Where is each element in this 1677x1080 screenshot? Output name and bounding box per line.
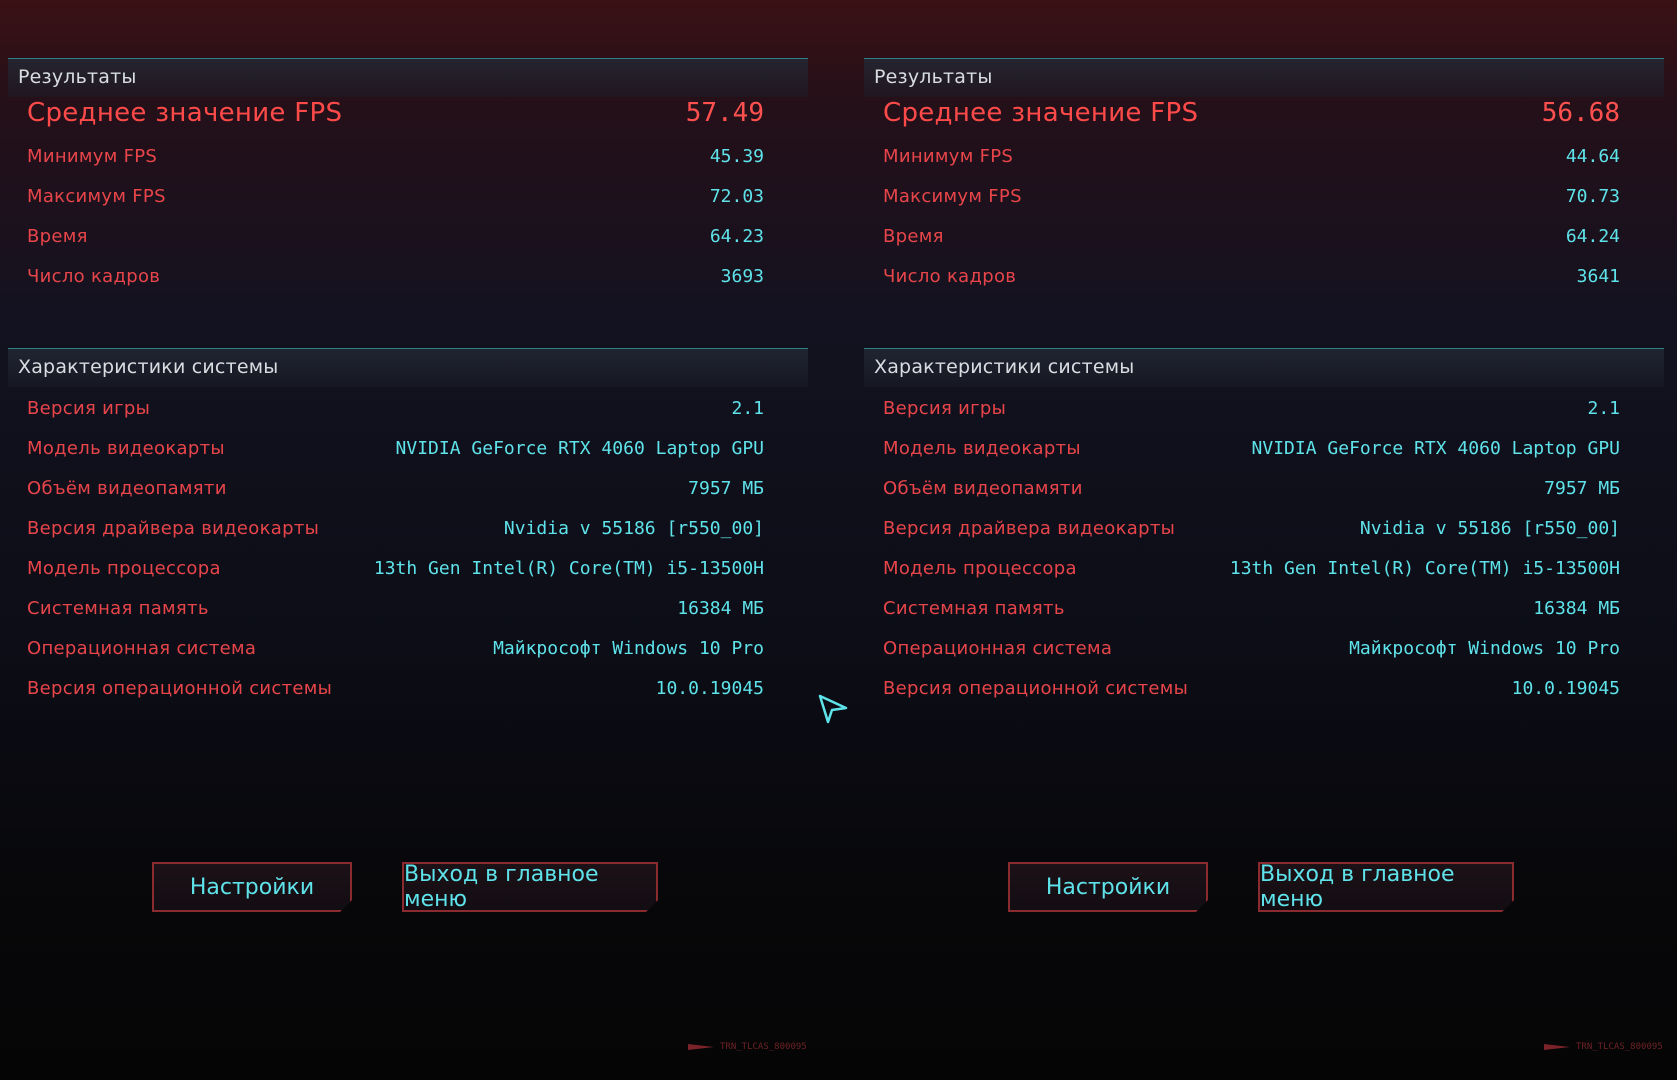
system-label: Объём видеопамяти xyxy=(883,478,1083,499)
system-value: 13th Gen Intel(R) Core(TM) i5-13500H xyxy=(1229,558,1620,579)
build-tag: TRN_TLCAS_800095 xyxy=(688,1042,807,1052)
result-value: 3641 xyxy=(1576,266,1620,287)
system-row: Модель видеокарты NVIDIA GeForce RTX 406… xyxy=(27,434,764,464)
system-row: Системная память 16384 МБ xyxy=(883,594,1620,624)
system-label: Модель видеокарты xyxy=(883,438,1081,459)
exit-to-main-menu-button[interactable]: Выход в главное меню xyxy=(402,862,658,912)
avg-fps-value: 56.68 xyxy=(1541,98,1620,128)
system-value: Майкрософт Windows 10 Pro xyxy=(1349,638,1620,659)
system-value: 7957 МБ xyxy=(688,478,764,499)
result-value: 3693 xyxy=(720,266,764,287)
system-value: Nvidia v 55186 [r550_00] xyxy=(1359,518,1620,539)
arrow-icon xyxy=(688,1044,714,1050)
avg-fps-row: Среднее значение FPS 56.68 xyxy=(883,98,1620,130)
system-row: Объём видеопамяти 7957 МБ xyxy=(883,474,1620,504)
result-value: 64.24 xyxy=(1565,226,1620,247)
system-value: Майкрософт Windows 10 Pro xyxy=(493,638,764,659)
result-value: 44.64 xyxy=(1565,146,1620,167)
result-label: Число кадров xyxy=(27,266,161,287)
result-row: Время 64.24 xyxy=(883,222,1620,252)
system-row: Системная память 16384 МБ xyxy=(27,594,764,624)
system-value: 13th Gen Intel(R) Core(TM) i5-13500H xyxy=(373,558,764,579)
system-label: Операционная система xyxy=(27,638,257,659)
system-value: NVIDIA GeForce RTX 4060 Laptop GPU xyxy=(395,438,764,459)
system-label: Версия драйвера видеокарты xyxy=(883,518,1176,539)
system-value: NVIDIA GeForce RTX 4060 Laptop GPU xyxy=(1251,438,1620,459)
result-label: Число кадров xyxy=(883,266,1017,287)
result-label: Минимум FPS xyxy=(27,146,158,167)
system-title: Характеристики системы xyxy=(18,356,279,378)
system-label: Объём видеопамяти xyxy=(27,478,227,499)
result-label: Время xyxy=(27,226,88,247)
avg-fps-row: Среднее значение FPS 57.49 xyxy=(27,98,764,130)
system-row: Версия драйвера видеокарты Nvidia v 5518… xyxy=(883,514,1620,544)
build-tag-text: TRN_TLCAS_800095 xyxy=(720,1042,807,1052)
pointer-arrow-icon xyxy=(818,694,848,724)
system-label: Модель видеокарты xyxy=(27,438,225,459)
system-label: Версия операционной системы xyxy=(27,678,333,699)
system-row: Версия операционной системы 10.0.19045 xyxy=(883,674,1620,704)
exit-to-main-menu-button[interactable]: Выход в главное меню xyxy=(1258,862,1514,912)
result-value: 70.73 xyxy=(1565,186,1620,207)
system-label: Версия игры xyxy=(27,398,151,419)
avg-fps-label: Среднее значение FPS xyxy=(883,98,1199,128)
result-row: Максимум FPS 70.73 xyxy=(883,182,1620,212)
system-label: Системная память xyxy=(883,598,1065,619)
system-row: Версия драйвера видеокарты Nvidia v 5518… xyxy=(27,514,764,544)
avg-fps-label: Среднее значение FPS xyxy=(27,98,343,128)
system-title: Характеристики системы xyxy=(874,356,1135,378)
benchmark-panel-left: Результаты Среднее значение FPS 57.49 Ми… xyxy=(0,0,820,1080)
system-row: Версия игры 2.1 xyxy=(883,394,1620,424)
result-row: Число кадров 3693 xyxy=(27,262,764,292)
system-label: Модель процессора xyxy=(27,558,221,579)
system-value: 10.0.19045 xyxy=(655,678,764,699)
results-header: Результаты xyxy=(8,58,808,97)
system-row: Модель процессора 13th Gen Intel(R) Core… xyxy=(27,554,764,584)
system-value: 16384 МБ xyxy=(677,598,764,619)
system-header: Характеристики системы xyxy=(864,348,1664,387)
result-value: 72.03 xyxy=(709,186,764,207)
benchmark-panel-right: Результаты Среднее значение FPS 56.68 Ми… xyxy=(856,0,1676,1080)
system-row: Модель процессора 13th Gen Intel(R) Core… xyxy=(883,554,1620,584)
result-row: Максимум FPS 72.03 xyxy=(27,182,764,212)
build-tag-text: TRN_TLCAS_800095 xyxy=(1576,1042,1663,1052)
system-value: 10.0.19045 xyxy=(1511,678,1620,699)
results-header: Результаты xyxy=(864,58,1664,97)
system-value: 16384 МБ xyxy=(1533,598,1620,619)
result-row: Число кадров 3641 xyxy=(883,262,1620,292)
result-label: Максимум FPS xyxy=(883,186,1022,207)
result-row: Минимум FPS 45.39 xyxy=(27,142,764,172)
system-value: 2.1 xyxy=(1587,398,1620,419)
system-label: Версия драйвера видеокарты xyxy=(27,518,320,539)
result-label: Максимум FPS xyxy=(27,186,166,207)
result-value: 45.39 xyxy=(709,146,764,167)
system-row: Версия игры 2.1 xyxy=(27,394,764,424)
result-label: Время xyxy=(883,226,944,247)
system-value: 7957 МБ xyxy=(1544,478,1620,499)
system-label: Системная память xyxy=(27,598,209,619)
result-row: Минимум FPS 44.64 xyxy=(883,142,1620,172)
system-row: Объём видеопамяти 7957 МБ xyxy=(27,474,764,504)
results-title: Результаты xyxy=(874,66,993,88)
settings-button[interactable]: Настройки xyxy=(1008,862,1208,912)
result-row: Время 64.23 xyxy=(27,222,764,252)
system-value: Nvidia v 55186 [r550_00] xyxy=(503,518,764,539)
result-label: Минимум FPS xyxy=(883,146,1014,167)
system-header: Характеристики системы xyxy=(8,348,808,387)
system-label: Операционная система xyxy=(883,638,1113,659)
system-label: Модель процессора xyxy=(883,558,1077,579)
settings-button[interactable]: Настройки xyxy=(152,862,352,912)
avg-fps-value: 57.49 xyxy=(685,98,764,128)
system-row: Версия операционной системы 10.0.19045 xyxy=(27,674,764,704)
system-value: 2.1 xyxy=(731,398,764,419)
results-title: Результаты xyxy=(18,66,137,88)
system-label: Версия операционной системы xyxy=(883,678,1189,699)
result-value: 64.23 xyxy=(709,226,764,247)
system-row: Операционная система Майкрософт Windows … xyxy=(883,634,1620,664)
system-row: Операционная система Майкрософт Windows … xyxy=(27,634,764,664)
build-tag: TRN_TLCAS_800095 xyxy=(1544,1042,1663,1052)
system-label: Версия игры xyxy=(883,398,1007,419)
system-row: Модель видеокарты NVIDIA GeForce RTX 406… xyxy=(883,434,1620,464)
arrow-icon xyxy=(1544,1044,1570,1050)
